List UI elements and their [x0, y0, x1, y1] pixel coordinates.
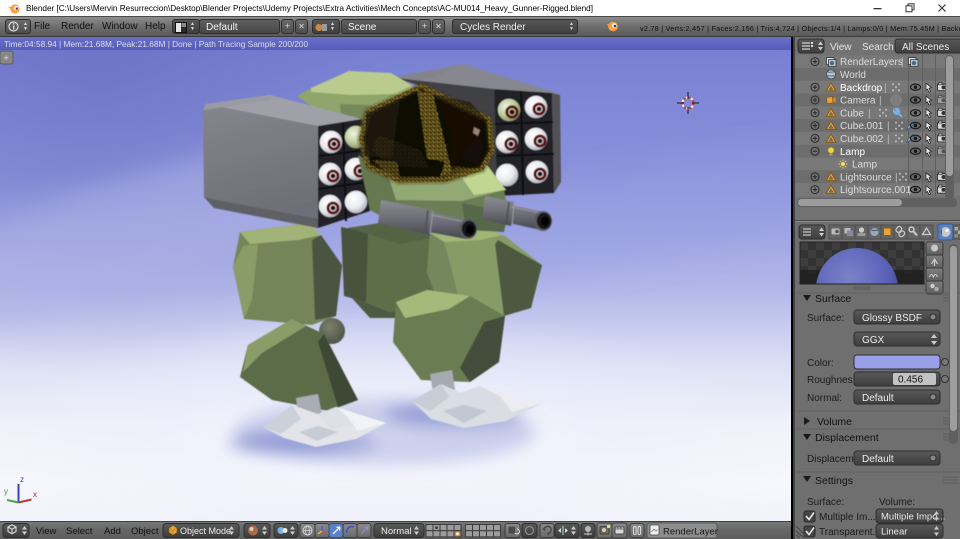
svg-text:Lamp: Lamp — [840, 147, 865, 158]
svg-text:RenderLayer: RenderLayer — [663, 527, 718, 538]
svg-text:Search: Search — [862, 42, 894, 53]
svg-text:0.456: 0.456 — [898, 375, 923, 386]
svg-text:Cube.002: Cube.002 — [840, 134, 884, 145]
svg-text:Cube.001: Cube.001 — [840, 121, 884, 132]
svg-text:Transparent...: Transparent... — [819, 527, 881, 538]
svg-text:|: | — [879, 96, 882, 107]
svg-text:+: + — [4, 53, 9, 63]
svg-text:Surface:: Surface: — [807, 313, 844, 324]
svg-text:|: | — [884, 83, 887, 94]
svg-text:Surface:: Surface: — [807, 497, 844, 508]
svg-text:|: | — [895, 172, 898, 183]
svg-text:Displacem: Displacem — [807, 454, 854, 465]
svg-text:Displacement: Displacement — [815, 432, 879, 444]
svg-text:y: y — [4, 487, 8, 496]
svg-text:Backdrop: Backdrop — [840, 83, 883, 94]
svg-text:|: | — [868, 108, 871, 119]
svg-text:Normal: Normal — [381, 526, 412, 537]
svg-text:Roughnes: Roughnes — [807, 375, 853, 386]
svg-text:Object Mode: Object Mode — [180, 526, 231, 536]
svg-text:Lightsource.001: Lightsource.001 — [840, 185, 912, 196]
svg-text:|: | — [887, 134, 890, 145]
svg-text:Lamp: Lamp — [852, 160, 877, 171]
svg-text:z: z — [20, 475, 24, 484]
svg-text:View: View — [830, 42, 852, 53]
svg-text:Default: Default — [862, 393, 894, 404]
svg-text:|: | — [901, 57, 904, 68]
svg-text:View: View — [36, 526, 57, 537]
svg-text:Lightsource: Lightsource — [840, 172, 892, 183]
svg-text:|: | — [887, 121, 890, 132]
svg-text:All Scenes: All Scenes — [902, 42, 949, 53]
svg-text:Color:: Color: — [807, 358, 834, 369]
svg-text:Camera: Camera — [840, 96, 876, 107]
svg-text:RenderLayers: RenderLayers — [840, 57, 903, 68]
svg-text:World: World — [840, 70, 866, 81]
svg-text:Add: Add — [104, 526, 121, 537]
svg-text:Select: Select — [66, 526, 93, 537]
svg-text:Object: Object — [131, 526, 159, 537]
svg-text:Linear: Linear — [881, 527, 907, 538]
svg-text:Surface: Surface — [815, 293, 851, 305]
svg-text:Glossy BSDF: Glossy BSDF — [862, 313, 922, 324]
svg-text:Normal:: Normal: — [807, 393, 842, 404]
svg-text:Volume: Volume — [817, 416, 852, 428]
svg-text:Settings: Settings — [815, 475, 853, 487]
svg-text:Volume:: Volume: — [879, 497, 915, 508]
svg-text:Default: Default — [862, 454, 894, 465]
svg-text:x: x — [33, 490, 37, 499]
svg-text:GGX: GGX — [862, 335, 885, 346]
svg-text:Multiple Im...: Multiple Im... — [819, 512, 876, 523]
svg-text:Cube: Cube — [840, 108, 864, 119]
